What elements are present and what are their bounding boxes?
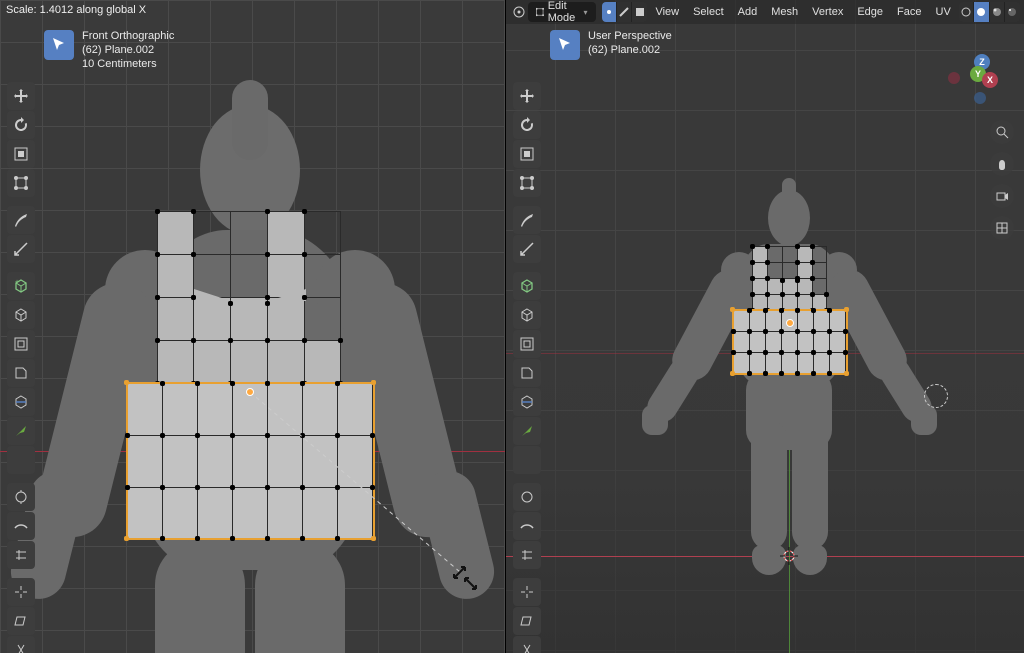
measure-tool[interactable] bbox=[7, 235, 35, 263]
cursor-3d-icon bbox=[780, 547, 798, 565]
editor-type-icon[interactable] bbox=[512, 5, 526, 19]
add-cube-tool[interactable]: + bbox=[7, 272, 35, 300]
scale-cursor-icon bbox=[450, 563, 480, 593]
menu-add[interactable]: Add bbox=[732, 2, 764, 22]
grid-units: 10 Centimeters bbox=[82, 58, 174, 70]
empty-object[interactable] bbox=[924, 384, 948, 408]
bevel-tool[interactable] bbox=[7, 359, 35, 387]
rotate-tool[interactable] bbox=[7, 111, 35, 139]
bevel-tool[interactable] bbox=[513, 359, 541, 387]
transform-tool[interactable] bbox=[7, 169, 35, 197]
menu-edge[interactable]: Edge bbox=[851, 2, 889, 22]
transform-tool[interactable] bbox=[513, 169, 541, 197]
toolbar bbox=[513, 82, 541, 653]
measure-tool[interactable] bbox=[513, 235, 541, 263]
zoom-icon[interactable] bbox=[990, 120, 1014, 144]
shading-wireframe[interactable] bbox=[959, 2, 974, 22]
select-mode-group bbox=[602, 2, 648, 22]
move-tool[interactable] bbox=[7, 82, 35, 110]
origin-dot bbox=[246, 388, 254, 396]
vertex-select-mode[interactable] bbox=[602, 2, 617, 22]
spin-tool[interactable] bbox=[513, 483, 541, 511]
svg-text:+: + bbox=[15, 279, 19, 286]
menu-uv[interactable]: UV bbox=[930, 2, 957, 22]
loopcut-tool[interactable] bbox=[513, 388, 541, 416]
menu-mesh[interactable]: Mesh bbox=[765, 2, 804, 22]
rotate-tool[interactable] bbox=[513, 111, 541, 139]
scale-tool[interactable] bbox=[513, 140, 541, 168]
scale-tool[interactable] bbox=[7, 140, 35, 168]
cursor-tool-active[interactable] bbox=[44, 30, 74, 60]
knife-tool[interactable] bbox=[7, 417, 35, 445]
menu-face[interactable]: Face bbox=[891, 2, 927, 22]
rip-tool[interactable] bbox=[513, 636, 541, 653]
axis-gizmo[interactable]: Z Y X bbox=[948, 50, 1008, 110]
mesh-plane[interactable] bbox=[752, 246, 827, 311]
chevron-down-icon: ▾ bbox=[584, 8, 588, 17]
shear-tool[interactable] bbox=[7, 607, 35, 635]
mesh-plane[interactable] bbox=[157, 211, 341, 384]
smooth-tool[interactable] bbox=[7, 512, 35, 540]
cursor-tool-active[interactable] bbox=[550, 30, 580, 60]
viewport-info: Front Orthographic (62) Plane.002 10 Cen… bbox=[44, 30, 174, 70]
pan-icon[interactable] bbox=[990, 152, 1014, 176]
extrude-tool[interactable] bbox=[513, 301, 541, 329]
toolbar: + bbox=[7, 82, 35, 653]
shear-tool[interactable] bbox=[513, 607, 541, 635]
origin-dot bbox=[786, 319, 794, 327]
inset-tool[interactable] bbox=[7, 330, 35, 358]
rip-tool[interactable] bbox=[7, 636, 35, 653]
object-info: (62) Plane.002 bbox=[588, 44, 672, 56]
menu-view[interactable]: View bbox=[649, 2, 685, 22]
perspective-toggle-icon[interactable] bbox=[990, 216, 1014, 240]
shading-matprev[interactable] bbox=[990, 2, 1005, 22]
menu-vertex[interactable]: Vertex bbox=[806, 2, 849, 22]
status-bar: Scale: 1.4012 along global X bbox=[6, 4, 146, 16]
annotate-tool[interactable] bbox=[7, 206, 35, 234]
mode-label: Edit Mode bbox=[548, 0, 580, 24]
camera-icon[interactable] bbox=[990, 184, 1014, 208]
viewport-info: User Perspective (62) Plane.002 bbox=[550, 30, 672, 60]
header-bar: Edit Mode ▾ View Select Add Mesh Vertex … bbox=[506, 0, 1024, 24]
viewport-side-controls bbox=[990, 120, 1014, 240]
view-name: Front Orthographic bbox=[82, 30, 174, 42]
shrink-tool[interactable] bbox=[7, 578, 35, 606]
object-info: (62) Plane.002 bbox=[82, 44, 174, 56]
loopcut-tool[interactable] bbox=[7, 388, 35, 416]
shrink-tool[interactable] bbox=[513, 578, 541, 606]
view-name: User Perspective bbox=[588, 30, 672, 42]
edgeslide-tool[interactable] bbox=[513, 541, 541, 569]
annotate-tool[interactable] bbox=[513, 206, 541, 234]
move-tool[interactable] bbox=[513, 82, 541, 110]
add-cube-tool[interactable] bbox=[513, 272, 541, 300]
inset-tool[interactable] bbox=[513, 330, 541, 358]
mesh-selected-block[interactable] bbox=[127, 383, 373, 540]
shading-mode-group bbox=[959, 2, 1020, 22]
edit-mode-icon bbox=[536, 6, 544, 18]
spin-tool[interactable] bbox=[7, 483, 35, 511]
knife-tool[interactable] bbox=[513, 417, 541, 445]
face-select-mode[interactable] bbox=[632, 2, 647, 22]
gizmo-neg-z[interactable] bbox=[974, 92, 986, 104]
extrude-tool[interactable] bbox=[7, 301, 35, 329]
gizmo-x[interactable]: X bbox=[982, 72, 998, 88]
shading-solid[interactable] bbox=[974, 2, 989, 22]
shading-rendered[interactable] bbox=[1005, 2, 1020, 22]
smooth-tool[interactable] bbox=[513, 512, 541, 540]
polybuild-tool[interactable] bbox=[513, 446, 541, 474]
edgeslide-tool[interactable] bbox=[7, 541, 35, 569]
mode-selector[interactable]: Edit Mode ▾ bbox=[528, 2, 596, 22]
menu-select[interactable]: Select bbox=[687, 2, 730, 22]
gizmo-neg-x[interactable] bbox=[948, 72, 960, 84]
edge-select-mode[interactable] bbox=[617, 2, 632, 22]
polybuild-tool[interactable] bbox=[7, 446, 35, 474]
